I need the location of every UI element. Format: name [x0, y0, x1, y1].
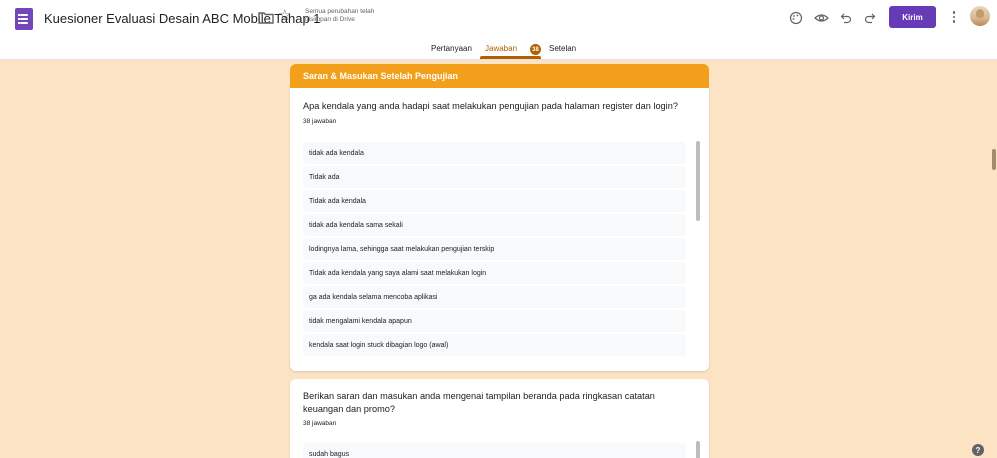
undo-icon[interactable]: [836, 8, 856, 28]
forms-app-icon[interactable]: [15, 8, 33, 30]
section-title: Saran & Masukan Setelah Pengujian: [303, 71, 459, 81]
question-title: Apa kendala yang anda hadapi saat melaku…: [303, 101, 678, 111]
answers-scrollbar[interactable]: [696, 441, 700, 458]
answer-item: tidak ada kendala: [303, 142, 686, 164]
palette-icon[interactable]: [786, 8, 806, 28]
answer-item: Tidak ada kendala: [303, 190, 686, 212]
more-icon[interactable]: [951, 8, 957, 26]
answer-item: sudah bagus: [303, 443, 686, 458]
answer-item: tidak ada kendala sama sekali: [303, 214, 686, 236]
top-bar: Kuesioner Evaluasi Desain ABC Mobile Tah…: [0, 0, 997, 60]
question-card: Apa kendala yang anda hadapi saat melaku…: [290, 88, 709, 371]
active-tab-indicator: [480, 56, 541, 59]
star-icon[interactable]: ☆: [278, 8, 291, 23]
question-title: Berikan saran dan masukan anda mengenai …: [303, 391, 655, 414]
answer-item: lodingnya lama, sehingga saat melakukan …: [303, 238, 686, 260]
tab-questions[interactable]: Pertanyaan: [431, 44, 472, 53]
answer-item: ga ada kendala selama mencoba aplikasi: [303, 286, 686, 308]
page-scrollbar[interactable]: [992, 149, 996, 170]
response-count: 38 jawaban: [303, 118, 337, 125]
answer-item: Tidak ada: [303, 166, 686, 188]
save-status: Semua perubahan telah disimpan di Drive: [305, 8, 375, 23]
send-button[interactable]: Kirim: [889, 6, 936, 28]
answer-item: tidak mengalami kendala apapun: [303, 310, 686, 332]
question-card: Berikan saran dan masukan anda mengenai …: [290, 379, 709, 458]
tab-responses[interactable]: Jawaban: [485, 44, 517, 53]
preview-icon[interactable]: [811, 8, 831, 28]
redo-icon[interactable]: [860, 8, 880, 28]
help-icon[interactable]: ?: [972, 444, 984, 456]
responses-count-badge: 38: [530, 44, 541, 55]
answer-item: Tidak ada kendala yang saya alami saat m…: [303, 262, 686, 284]
answer-item: kendala saat login stuck dibagian logo (…: [303, 334, 686, 356]
response-count: 38 jawaban: [303, 420, 337, 427]
section-header: Saran & Masukan Setelah Pengujian: [290, 64, 709, 88]
tab-settings[interactable]: Setelan: [549, 44, 576, 53]
folder-icon[interactable]: [258, 11, 274, 24]
answers-scrollbar[interactable]: [696, 141, 700, 221]
avatar[interactable]: [970, 6, 990, 26]
tab-bar: Pertanyaan Jawaban 38 Setelan: [0, 38, 997, 60]
